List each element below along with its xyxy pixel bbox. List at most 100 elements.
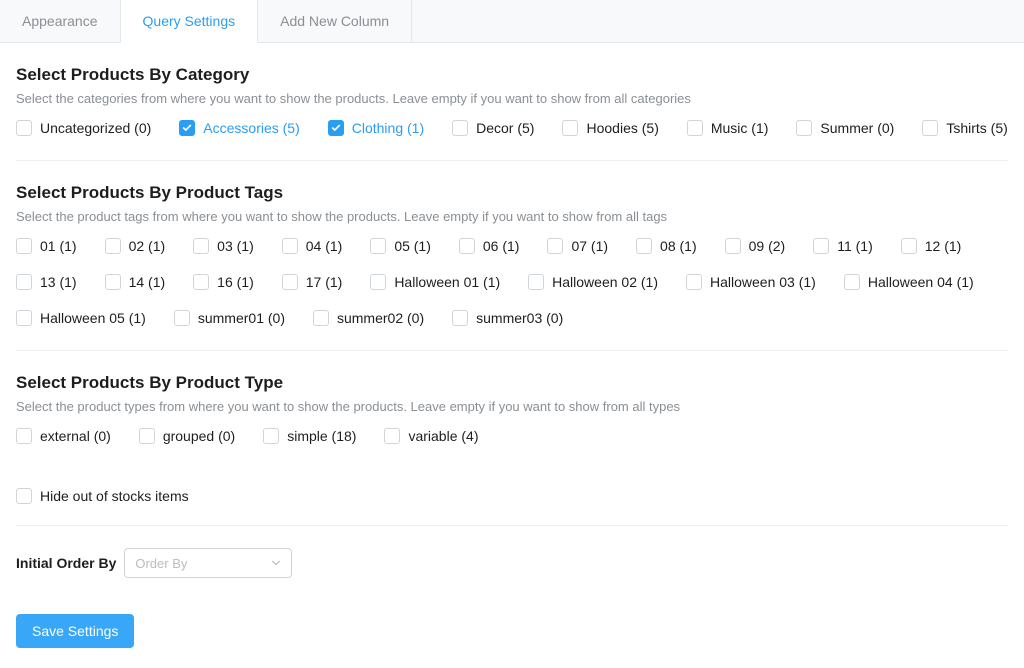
- tag-option-checkbox[interactable]: summer03 (0): [452, 310, 563, 326]
- tag-option-checkbox[interactable]: Halloween 02 (1): [528, 274, 658, 290]
- tag-options: 01 (1) 02 (1) 03 (1) 04 (1) 05 (1) 06 (1) 07 (…: [16, 238, 1008, 344]
- checkbox-box: [547, 238, 563, 254]
- checkbox-box: [370, 238, 386, 254]
- checkbox-box: [686, 274, 702, 290]
- section-title-category: Select Products By Category: [16, 65, 1008, 85]
- tag-option-checkbox[interactable]: summer01 (0): [174, 310, 285, 326]
- tag-option-label: summer01 (0): [198, 310, 285, 326]
- tag-option-checkbox[interactable]: 14 (1): [105, 274, 166, 290]
- save-settings-button[interactable]: Save Settings: [16, 614, 134, 648]
- tag-option-checkbox[interactable]: 05 (1): [370, 238, 431, 254]
- checkbox-box: [105, 274, 121, 290]
- tag-option-label: 08 (1): [660, 238, 697, 254]
- tag-option-label: 06 (1): [483, 238, 520, 254]
- type-option-checkbox[interactable]: external (0): [16, 428, 111, 444]
- tag-option-checkbox[interactable]: 08 (1): [636, 238, 697, 254]
- checkbox-box: [16, 428, 32, 444]
- checkbox-box: [179, 120, 195, 136]
- type-option-checkbox[interactable]: simple (18): [263, 428, 356, 444]
- tag-option-label: summer02 (0): [337, 310, 424, 326]
- hide-out-of-stock-checkbox[interactable]: Hide out of stocks items: [16, 488, 189, 504]
- initial-order-label: Initial Order By: [16, 555, 116, 571]
- tag-option-checkbox[interactable]: 01 (1): [16, 238, 77, 254]
- tag-option-checkbox[interactable]: summer02 (0): [313, 310, 424, 326]
- checkbox-box: [725, 238, 741, 254]
- tag-option-checkbox[interactable]: 06 (1): [459, 238, 520, 254]
- checkbox-box: [528, 274, 544, 290]
- order-by-select[interactable]: Order By: [124, 548, 292, 578]
- tag-option-checkbox[interactable]: Halloween 05 (1): [16, 310, 146, 326]
- checkbox-box: [282, 238, 298, 254]
- checkbox-box: [16, 120, 32, 136]
- category-option-checkbox[interactable]: Uncategorized (0): [16, 120, 151, 136]
- type-option-label: variable (4): [408, 428, 478, 444]
- tag-option-checkbox[interactable]: 16 (1): [193, 274, 254, 290]
- tag-option-checkbox[interactable]: 02 (1): [105, 238, 166, 254]
- section-desc-tags: Select the product tags from where you w…: [16, 209, 1008, 224]
- checkbox-box: [313, 310, 329, 326]
- tag-option-label: 02 (1): [129, 238, 166, 254]
- category-option-label: Accessories (5): [203, 120, 299, 136]
- category-option-checkbox[interactable]: Clothing (1): [328, 120, 424, 136]
- category-option-checkbox[interactable]: Decor (5): [452, 120, 534, 136]
- tag-option-checkbox[interactable]: 09 (2): [725, 238, 786, 254]
- tag-option-checkbox[interactable]: Halloween 01 (1): [370, 274, 500, 290]
- category-option-checkbox[interactable]: Music (1): [687, 120, 769, 136]
- tab-query-settings[interactable]: Query Settings: [121, 0, 259, 43]
- type-option-label: external (0): [40, 428, 111, 444]
- tabs-bar: Appearance Query Settings Add New Column: [0, 0, 1024, 43]
- type-option-checkbox[interactable]: variable (4): [384, 428, 478, 444]
- tag-option-checkbox[interactable]: 04 (1): [282, 238, 343, 254]
- section-category: Select Products By Category Select the c…: [16, 43, 1008, 161]
- section-desc-category: Select the categories from where you wan…: [16, 91, 1008, 106]
- checkbox-box: [452, 120, 468, 136]
- tag-option-label: 12 (1): [925, 238, 962, 254]
- tag-option-checkbox[interactable]: Halloween 04 (1): [844, 274, 974, 290]
- section-title-types: Select Products By Product Type: [16, 373, 1008, 393]
- checkbox-box: [16, 488, 32, 504]
- tag-option-label: Halloween 03 (1): [710, 274, 816, 290]
- tag-option-checkbox[interactable]: 13 (1): [16, 274, 77, 290]
- type-option-label: simple (18): [287, 428, 356, 444]
- category-option-label: Tshirts (5): [946, 120, 1007, 136]
- category-option-label: Decor (5): [476, 120, 534, 136]
- tag-option-label: 01 (1): [40, 238, 77, 254]
- checkbox-box: [901, 238, 917, 254]
- tag-option-label: summer03 (0): [476, 310, 563, 326]
- tab-add-new-column[interactable]: Add New Column: [258, 0, 412, 42]
- checkbox-box: [687, 120, 703, 136]
- tag-option-label: 11 (1): [837, 238, 873, 254]
- tag-option-label: 05 (1): [394, 238, 431, 254]
- category-option-checkbox[interactable]: Summer (0): [796, 120, 894, 136]
- checkbox-box: [562, 120, 578, 136]
- type-option-checkbox[interactable]: grouped (0): [139, 428, 235, 444]
- tag-option-checkbox[interactable]: 07 (1): [547, 238, 608, 254]
- tag-option-checkbox[interactable]: 11 (1): [813, 238, 873, 254]
- checkbox-box: [384, 428, 400, 444]
- checkbox-box: [459, 238, 475, 254]
- checkbox-box: [370, 274, 386, 290]
- section-tags: Select Products By Product Tags Select t…: [16, 161, 1008, 351]
- checkbox-box: [636, 238, 652, 254]
- tag-option-label: 04 (1): [306, 238, 343, 254]
- checkbox-box: [16, 274, 32, 290]
- checkbox-box: [174, 310, 190, 326]
- category-option-checkbox[interactable]: Accessories (5): [179, 120, 299, 136]
- tab-appearance[interactable]: Appearance: [0, 0, 121, 42]
- checkbox-box: [193, 238, 209, 254]
- tag-option-checkbox[interactable]: 12 (1): [901, 238, 962, 254]
- category-option-label: Clothing (1): [352, 120, 424, 136]
- category-option-checkbox[interactable]: Tshirts (5): [922, 120, 1007, 136]
- order-by-placeholder: Order By: [135, 556, 187, 571]
- tag-option-checkbox[interactable]: 03 (1): [193, 238, 254, 254]
- tag-option-label: Halloween 04 (1): [868, 274, 974, 290]
- section-title-tags: Select Products By Product Tags: [16, 183, 1008, 203]
- tag-option-checkbox[interactable]: Halloween 03 (1): [686, 274, 816, 290]
- tag-option-label: 13 (1): [40, 274, 77, 290]
- hide-stock-row: Hide out of stocks items: [16, 468, 1008, 526]
- checkbox-box: [16, 238, 32, 254]
- tag-option-checkbox[interactable]: 17 (1): [282, 274, 343, 290]
- category-option-checkbox[interactable]: Hoodies (5): [562, 120, 658, 136]
- checkbox-box: [796, 120, 812, 136]
- category-option-label: Music (1): [711, 120, 769, 136]
